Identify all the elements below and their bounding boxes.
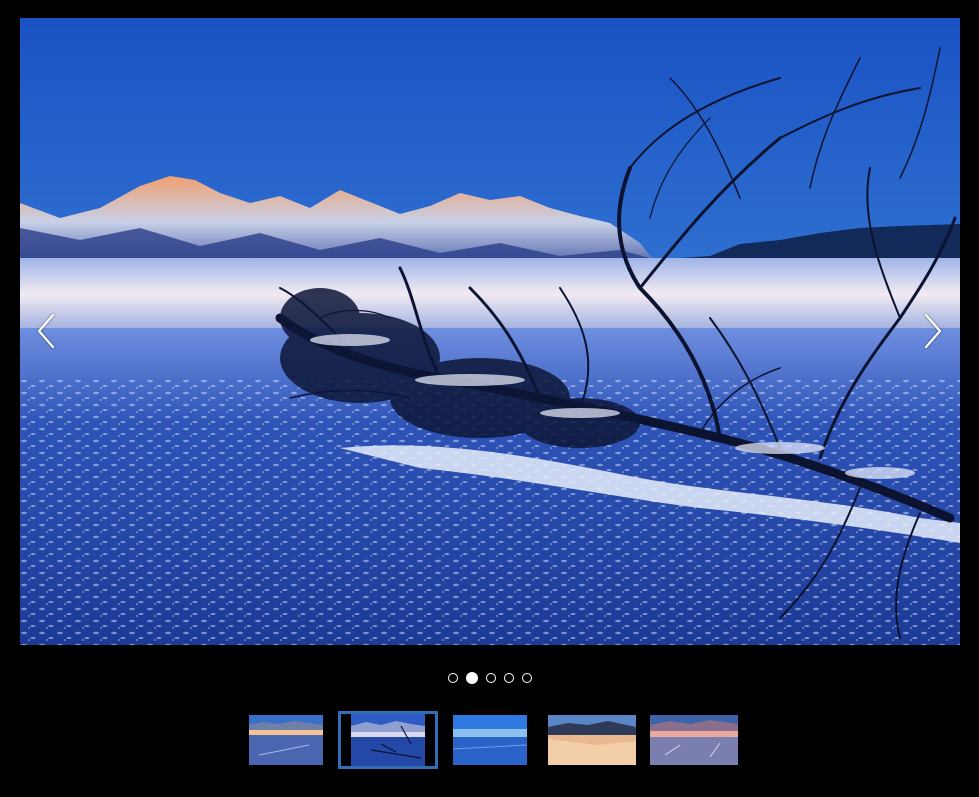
thumbnail-1[interactable] xyxy=(249,715,323,765)
thumbnail-3[interactable] xyxy=(453,715,527,765)
thumbnail-5[interactable] xyxy=(650,715,738,765)
pagination-dot-4[interactable] xyxy=(503,673,514,683)
thumbnail-2[interactable] xyxy=(338,711,438,769)
main-image xyxy=(20,18,960,645)
pagination-dot-5[interactable] xyxy=(521,673,532,683)
thumbnail-4[interactable] xyxy=(548,715,636,765)
chevron-left-icon xyxy=(37,313,55,349)
thumbnail-strip xyxy=(0,711,979,769)
next-slide-button[interactable] xyxy=(913,306,953,356)
pagination-dot-2[interactable] xyxy=(465,672,478,684)
pagination-dots xyxy=(0,672,979,687)
pagination-dot-1[interactable] xyxy=(447,673,458,683)
pagination-dot-3[interactable] xyxy=(485,673,496,683)
chevron-right-icon xyxy=(924,313,942,349)
prev-slide-button[interactable] xyxy=(26,306,66,356)
